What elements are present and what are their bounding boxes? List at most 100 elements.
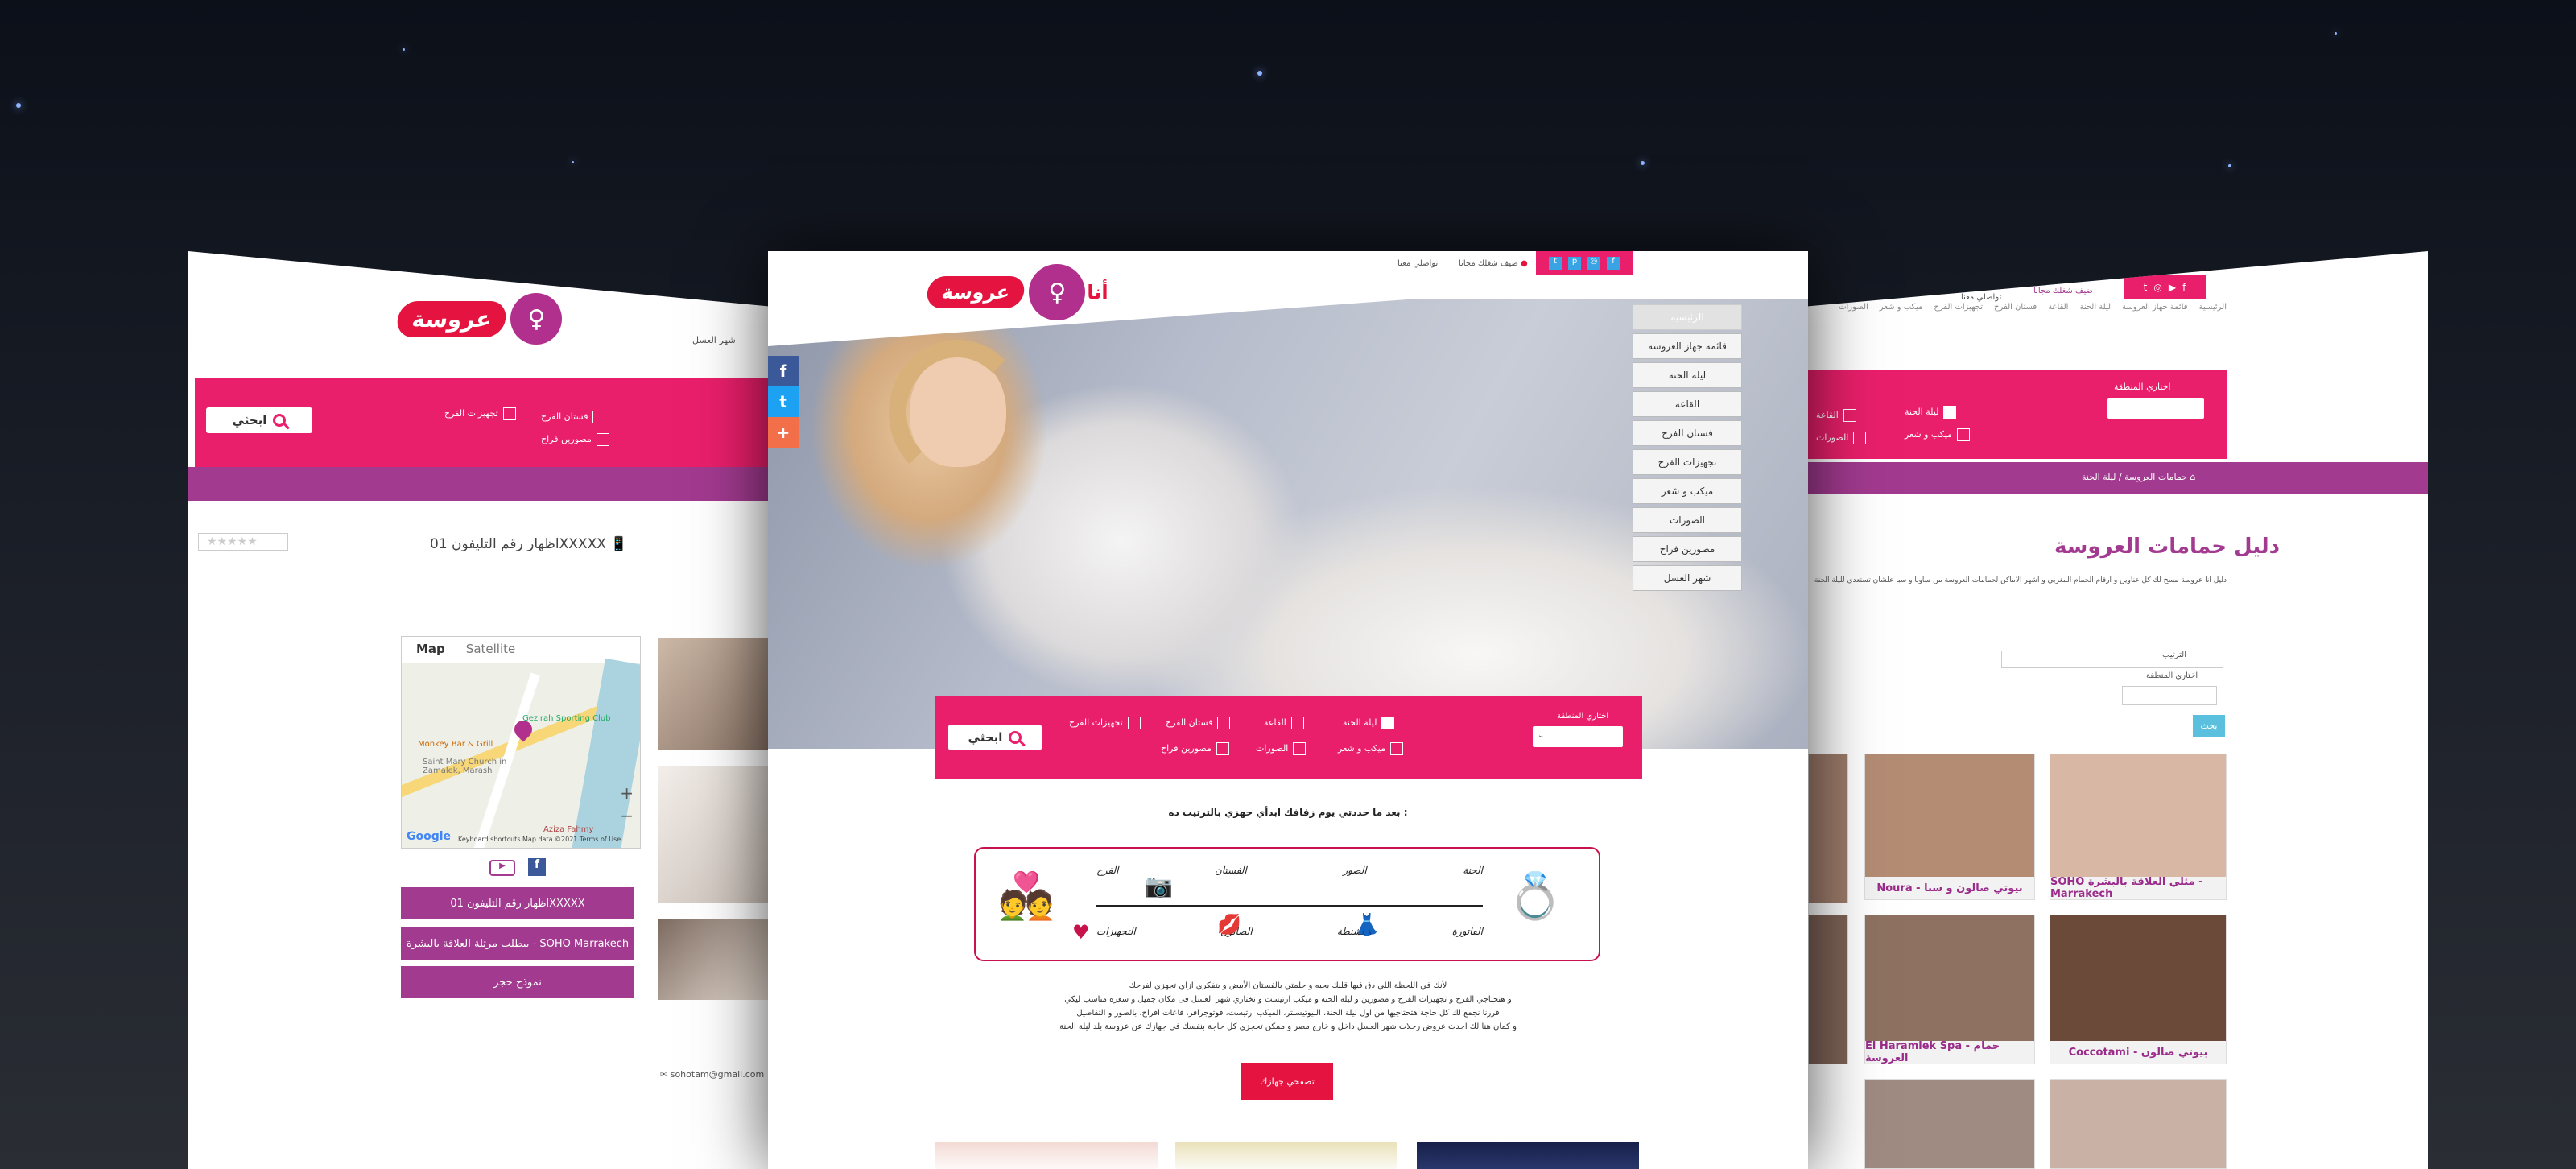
filter-henna[interactable]: ليلة الحنة — [1343, 717, 1395, 729]
listing-card[interactable]: El Haramlek Spa - حمام العروسة — [1864, 915, 2035, 1064]
nav-item[interactable]: ميكب و شعر — [1880, 303, 1923, 312]
nav-item[interactable]: شهر العسل — [692, 335, 736, 345]
twitter-icon[interactable]: t — [1549, 257, 1562, 270]
sort-select[interactable] — [2001, 651, 2223, 668]
booking-button[interactable]: نموذج حجز — [401, 966, 634, 998]
plus-icon[interactable]: + — [768, 417, 799, 448]
phone-reveal[interactable]: اظهار رقم التليفون 01XXXXX 📱 — [430, 536, 627, 552]
contact-link[interactable]: تواصلي معنا — [1397, 259, 1438, 268]
menu-item-checklist[interactable]: قائمة جهاز العروسة — [1633, 333, 1742, 359]
filter-checkbox[interactable]: ميكب و شعر — [1905, 428, 1970, 441]
region-select[interactable] — [2107, 398, 2204, 419]
facebook-icon[interactable]: f — [768, 356, 799, 386]
filter-checkbox[interactable]: فستان الفرح — [541, 411, 606, 423]
home-icon[interactable]: ⌂ — [2190, 472, 2195, 482]
phone-button[interactable]: اظهار رقم التليفون 01XXXXX — [401, 887, 634, 919]
register-link[interactable]: ضيف شغلك مجانا — [2033, 287, 2093, 295]
filter-checkbox[interactable]: ليلة الحنة — [1905, 406, 1957, 419]
listing-card[interactable] — [1808, 915, 1848, 1064]
register-link[interactable]: ضيف شغلك مجانا ● — [1459, 259, 1528, 268]
gallery-image[interactable] — [658, 919, 768, 1000]
checkbox[interactable] — [1290, 717, 1304, 729]
checkbox[interactable] — [1390, 742, 1403, 755]
filter-photos[interactable]: الصورات — [1256, 742, 1307, 755]
nav-item[interactable]: ليلة الحنة — [2079, 303, 2111, 312]
breadcrumb-item[interactable]: ليلة الحنة — [2082, 472, 2116, 482]
instagram-icon[interactable]: ◎ — [1587, 257, 1600, 270]
checkbox[interactable] — [1216, 742, 1229, 755]
checkbox[interactable] — [1217, 717, 1231, 729]
instagram-icon[interactable]: ◎ — [2153, 282, 2161, 293]
menu-item-makeup[interactable]: ميكب و شعر — [1633, 478, 1742, 504]
twitter-icon[interactable]: t — [2144, 282, 2148, 293]
zoom-in-icon[interactable]: + — [620, 782, 634, 804]
search-submit-button[interactable]: بحث — [2193, 715, 2225, 737]
facebook-icon[interactable]: f — [528, 858, 546, 876]
facebook-icon[interactable]: f — [2182, 282, 2186, 293]
twitter-icon[interactable]: t — [768, 386, 799, 417]
region-select[interactable]: ⌄ — [1533, 726, 1623, 747]
menu-item-dress[interactable]: فستان الفرح — [1633, 420, 1742, 446]
checkbox[interactable] — [502, 407, 516, 420]
gallery-image[interactable] — [658, 638, 768, 750]
checkbox[interactable] — [1843, 409, 1856, 422]
logo[interactable]: عروسة ♀ أنا — [925, 264, 1108, 320]
pinterest-icon[interactable]: p — [1568, 257, 1581, 270]
search-button[interactable]: ابحثي — [206, 407, 312, 433]
youtube-icon[interactable]: ▶ — [2169, 282, 2176, 293]
contact-link[interactable]: تواصلي معنا — [1961, 293, 2001, 302]
listing-card[interactable]: Coccotami - بيوتي صالون — [2050, 915, 2227, 1064]
checkbox-checked[interactable] — [1943, 406, 1957, 419]
checkbox[interactable] — [592, 411, 606, 423]
checkbox[interactable] — [1293, 742, 1307, 755]
listing-card[interactable] — [1808, 754, 1848, 903]
checkbox[interactable] — [596, 433, 609, 446]
menu-item-photos[interactable]: الصورات — [1633, 507, 1742, 533]
listing-card[interactable] — [1864, 1079, 2035, 1169]
filter-checkbox[interactable]: تجهيزات الفرح — [444, 407, 516, 420]
nav-item[interactable]: الرئيسية — [2199, 303, 2227, 312]
region-select[interactable] — [2122, 686, 2217, 705]
satellite-tab[interactable]: Satellite — [466, 642, 515, 658]
gallery-image[interactable] — [658, 766, 768, 903]
category-thumbnail[interactable] — [1417, 1142, 1639, 1169]
salon-button[interactable]: بيطلب مرتلة العلاقة بالبشرة - SOHO Marra… — [401, 927, 634, 960]
email-link[interactable]: ✉ sohotam@gmail.com — [660, 1069, 764, 1080]
filter-photographers[interactable]: مصورين فراح — [1161, 742, 1229, 755]
menu-item-hall[interactable]: القاعة — [1633, 391, 1742, 417]
breadcrumb-item[interactable]: حمامات العروسة — [2124, 472, 2187, 482]
nav-item[interactable]: القاعة — [2048, 303, 2068, 312]
menu-item-honeymoon[interactable]: شهر العسل — [1633, 565, 1742, 591]
map-widget[interactable]: Map Satellite Gezirah Sporting Club Monk… — [401, 636, 641, 849]
nav-item[interactable]: تجهيزات الفرح — [1934, 303, 1983, 312]
category-thumbnail[interactable] — [935, 1142, 1158, 1169]
listing-card[interactable]: Noura - بيوتي صالون و سبا — [1864, 754, 2035, 900]
menu-item-henna[interactable]: ليلة الحنة — [1633, 362, 1742, 388]
checkbox[interactable] — [1127, 717, 1141, 729]
menu-item-home[interactable]: الرئيسية — [1633, 304, 1742, 330]
checkbox-checked[interactable] — [1381, 717, 1395, 729]
filter-checkbox[interactable]: القاعة — [1816, 409, 1856, 422]
nav-item[interactable]: فستان الفرح — [1994, 303, 2037, 312]
filter-preparations[interactable]: تجهيزات الفرح — [1069, 717, 1141, 729]
map-tab[interactable]: Map — [416, 642, 445, 658]
logo[interactable]: عروسة ♀ — [394, 293, 563, 345]
menu-item-photographers[interactable]: مصورين فراح — [1633, 536, 1742, 562]
filter-checkbox[interactable]: مصورين فراح — [541, 433, 609, 446]
facebook-icon[interactable]: f — [1607, 257, 1620, 270]
search-button[interactable]: ابحثي — [948, 725, 1042, 750]
zoom-out-icon[interactable]: − — [620, 804, 634, 827]
checkbox[interactable] — [1853, 432, 1867, 444]
youtube-icon[interactable]: ▶ — [489, 860, 515, 876]
listing-card[interactable]: SOHO مثلي العلاقة بالبشرة - Marrakech — [2050, 754, 2227, 900]
nav-item[interactable]: قائمة جهاز العروسة — [2122, 303, 2188, 312]
menu-item-preparations[interactable]: تجهيزات الفرح — [1633, 449, 1742, 475]
category-thumbnail[interactable] — [1175, 1142, 1397, 1169]
checkbox[interactable] — [1957, 428, 1970, 441]
filter-makeup[interactable]: ميكب و شعر — [1338, 742, 1403, 755]
browse-button[interactable]: تصفحي جهازك — [1241, 1063, 1333, 1100]
filter-dress[interactable]: فستان الفرح — [1166, 717, 1231, 729]
nav-item[interactable]: الصورات — [1839, 303, 1868, 312]
listing-card[interactable] — [2050, 1079, 2227, 1169]
filter-hall[interactable]: القاعة — [1264, 717, 1304, 729]
